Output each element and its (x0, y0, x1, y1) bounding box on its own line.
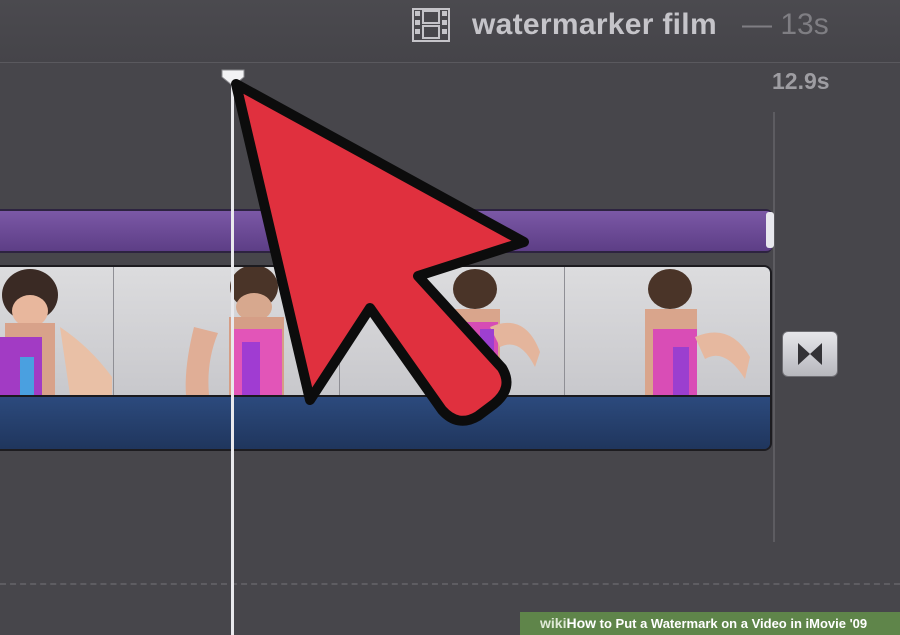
banner-site-prefix: wiki (540, 615, 567, 631)
filmstrip-icon (412, 8, 450, 42)
project-duration: — 13s (742, 8, 829, 41)
video-thumbnail (565, 267, 770, 395)
arrow-pointer-icon (231, 79, 529, 426)
project-end-marker (773, 112, 775, 542)
title-clip-trim-handle[interactable] (766, 212, 774, 248)
project-title: watermarker film (472, 8, 717, 41)
project-header: watermarker film — 13s (0, 0, 900, 63)
banner-how: How (566, 615, 597, 631)
transition-button[interactable] (782, 331, 838, 377)
banner-text: to Put a Watermark on a Video in iMovie … (596, 616, 868, 631)
attribution-banner: wikiHow to Put a Watermark on a Video in… (520, 612, 900, 635)
drop-zone-guide (0, 583, 900, 585)
time-readout: 12.9s (772, 68, 830, 94)
transition-bowtie-icon (798, 343, 822, 365)
video-thumbnail (0, 267, 114, 395)
